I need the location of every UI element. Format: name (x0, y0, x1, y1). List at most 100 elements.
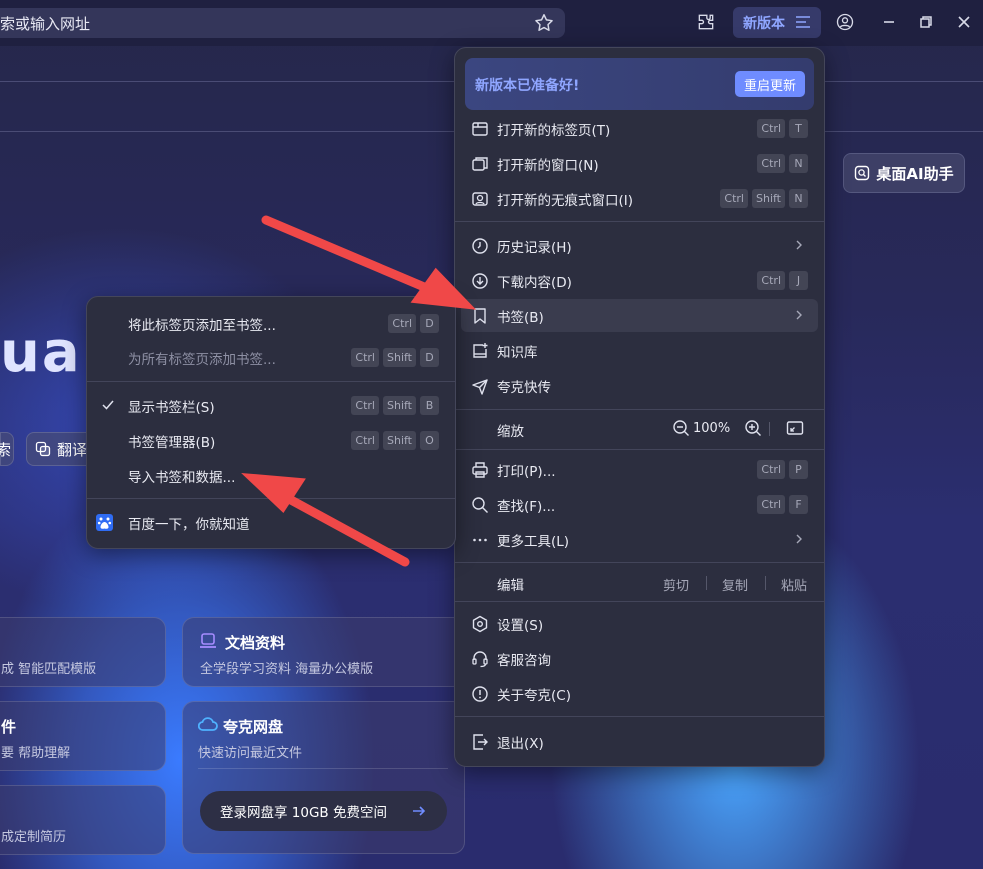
card-subtitle: 全学段学习资料 海量办公模版 (200, 662, 374, 677)
menu-item-settings[interactable]: 设置(S) (461, 607, 818, 640)
menu-item-exit[interactable]: 退出(X) (461, 725, 818, 758)
menu-item-about[interactable]: 关于夸克(C) (461, 677, 818, 710)
restore-icon[interactable] (914, 10, 938, 34)
edit-cut-button[interactable]: 剪切 (663, 575, 689, 594)
zoom-out-icon[interactable] (672, 419, 690, 437)
menu-separator (455, 409, 824, 410)
submenu-item-bookmark-manager[interactable]: 书签管理器(B) Ctrl Shift O (93, 424, 449, 457)
disk-login-button[interactable]: 登录网盘享 10GB 免费空间 (200, 791, 447, 831)
menu-item-bookmarks[interactable]: 书签(B) (461, 299, 818, 332)
menu-item-new-window[interactable]: 打开新的窗口(N) Ctrl N (461, 147, 818, 180)
key: Ctrl (351, 431, 379, 450)
update-title: 新版本已准备好! (475, 78, 580, 94)
menu-item-label: 将此标签页添加至书签... (128, 317, 276, 334)
bookmark-item-baidu[interactable]: 百度一下，你就知道 (93, 506, 449, 539)
bookmarks-submenu: 将此标签页添加至书签... Ctrl D 为所有标签页添加书签... Ctrl Sh… (86, 296, 456, 549)
card-subtitle: 成定制简历 (1, 830, 67, 845)
menu-item-label: 退出(X) (497, 735, 544, 752)
menu-item-label: 打开新的窗口(N) (497, 157, 599, 174)
chevron-right-icon (792, 237, 806, 253)
tool-card[interactable]: 成定制简历 (0, 785, 166, 855)
more-dots-icon (471, 531, 489, 549)
shortcut-keys: Ctrl Shift N (720, 189, 808, 208)
translate-label: 翻译 (57, 440, 88, 459)
menu-item-quick-transfer[interactable]: 夸克快传 (461, 369, 818, 402)
shortcut-keys: Ctrl T (757, 119, 808, 138)
card-title: 夸克网盘 (223, 718, 284, 736)
menu-item-history[interactable]: 历史记录(H) (461, 229, 818, 262)
menu-separator (455, 601, 824, 602)
menu-item-label: 设置(S) (497, 617, 544, 634)
shortcut-keys: Ctrl Shift D (351, 348, 439, 367)
gear-icon (471, 615, 489, 633)
menu-item-print[interactable]: 打印(P)... Ctrl P (461, 453, 818, 486)
submenu-item-bookmark-all-tabs[interactable]: 为所有标签页添加书签... Ctrl Shift D (93, 341, 449, 374)
menu-item-customer-service[interactable]: 客服咨询 (461, 642, 818, 675)
submenu-item-show-bookmarks-bar[interactable]: 显示书签栏(S) Ctrl Shift B (93, 389, 449, 422)
card-divider (198, 768, 448, 769)
menu-item-incognito-window[interactable]: 打开新的无痕式窗口(I) Ctrl Shift N (461, 182, 818, 215)
zoom-in-icon[interactable] (744, 419, 762, 437)
key: N (789, 154, 808, 173)
menu-item-downloads[interactable]: 下载内容(D) Ctrl J (461, 264, 818, 297)
search-pill[interactable]: 索 (0, 432, 14, 466)
menu-item-knowledge-base[interactable]: 知识库 (461, 334, 818, 367)
address-bar-text: 索或输入网址 (0, 14, 91, 33)
menu-item-label: 百度一下，你就知道 (128, 516, 250, 533)
docs-card[interactable]: 文档资料 全学段学习资料 海量办公模版 (182, 617, 465, 687)
chevron-right-icon (792, 307, 806, 323)
info-icon (471, 685, 489, 703)
menu-item-label: 显示书签栏(S) (128, 399, 215, 416)
tool-card[interactable]: 成 智能匹配模版 (0, 617, 166, 687)
key: Shift (382, 348, 416, 367)
shortcut-keys: Ctrl Shift B (351, 396, 439, 415)
submenu-item-bookmark-this-tab[interactable]: 将此标签页添加至书签... Ctrl D (93, 307, 449, 340)
menu-item-label: 打印(P)... (497, 463, 556, 480)
address-bar[interactable]: 索或输入网址 (0, 8, 565, 38)
card-subtitle: 要 帮助理解 (1, 746, 71, 761)
menu-item-label: 下载内容(D) (497, 274, 572, 291)
card-subtitle: 成 智能匹配模版 (1, 662, 97, 677)
menu-item-find[interactable]: 查找(F)... Ctrl F (461, 488, 818, 521)
key: Ctrl (757, 460, 785, 479)
desktop-ai-assistant-button[interactable]: 桌面AI助手 (843, 153, 965, 193)
submenu-item-import-bookmarks[interactable]: 导入书签和数据... (93, 459, 449, 492)
menu-separator (455, 449, 824, 450)
key: N (789, 189, 808, 208)
key: B (420, 396, 439, 415)
key: D (420, 314, 439, 333)
edit-copy-button[interactable]: 复制 (722, 575, 748, 594)
extension-icon[interactable] (694, 10, 718, 34)
key: Ctrl (351, 348, 379, 367)
menu-item-new-tab[interactable]: 打开新的标签页(T) Ctrl T (461, 112, 818, 145)
menu-separator (87, 498, 455, 499)
menu-separator (455, 562, 824, 563)
menu-item-label: 知识库 (497, 344, 538, 361)
translate-icon (35, 441, 51, 457)
key: T (789, 119, 808, 138)
menu-item-label: 查找(F)... (497, 498, 556, 515)
shortcut-keys: Ctrl Shift O (351, 431, 439, 450)
key: Ctrl (757, 271, 785, 290)
restart-update-button[interactable]: 重启更新 (735, 71, 805, 97)
new-version-button[interactable]: 新版本 (733, 7, 821, 38)
shortcut-keys: Ctrl D (388, 314, 439, 333)
search-pill-label: 索 (0, 440, 12, 459)
main-menu: 新版本已准备好! 重启更新 打开新的标签页(T) Ctrl T 打开新的窗口(N)… (454, 47, 825, 767)
tool-card[interactable]: 件 要 帮助理解 (0, 701, 166, 771)
shortcut-keys: Ctrl F (757, 495, 808, 514)
fullscreen-icon[interactable] (786, 419, 804, 437)
account-icon[interactable] (833, 10, 857, 34)
menu-item-more-tools[interactable]: 更多工具(L) (461, 523, 818, 556)
edit-row: 编辑 剪切 复制 粘贴 (461, 566, 818, 599)
quark-disk-card[interactable]: 夸克网盘 快速访问最近文件 登录网盘享 10GB 免费空间 (182, 701, 465, 854)
card-subtitle: 快速访问最近文件 (198, 746, 303, 761)
key: D (420, 348, 439, 367)
edit-paste-button[interactable]: 粘贴 (781, 575, 807, 594)
menu-item-label: 夸克快传 (497, 379, 551, 396)
knowledge-base-icon (471, 342, 489, 360)
zoom-separator (769, 422, 770, 436)
minimize-icon[interactable] (877, 10, 901, 34)
star-icon[interactable] (533, 12, 555, 34)
close-icon[interactable] (952, 10, 976, 34)
